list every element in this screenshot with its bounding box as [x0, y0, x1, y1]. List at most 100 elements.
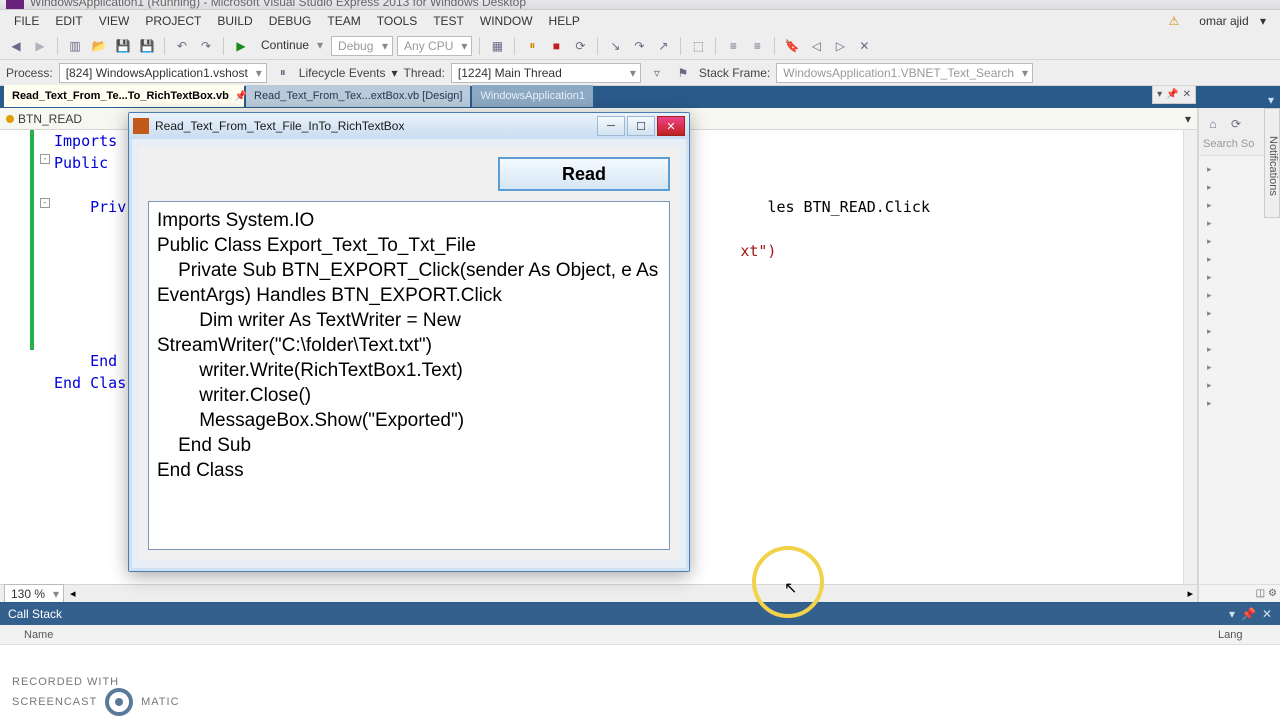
- menu-debug[interactable]: DEBUG: [261, 14, 320, 28]
- comment-icon[interactable]: ≡: [723, 36, 743, 56]
- member-dropdown[interactable]: BTN_READ: [6, 112, 82, 126]
- menu-file[interactable]: FILE: [6, 14, 47, 28]
- panel-pin-icon[interactable]: 📌: [1241, 607, 1256, 621]
- menu-window[interactable]: WINDOW: [472, 14, 541, 28]
- tab-code-file[interactable]: Read_Text_From_Te...To_RichTextBox.vb 📌 …: [4, 85, 244, 107]
- nav-back-icon[interactable]: ◀: [6, 36, 26, 56]
- panel-dropdown-icon[interactable]: ▾: [1229, 607, 1235, 621]
- collapse-icon[interactable]: -: [40, 154, 50, 164]
- tab-designer[interactable]: Read_Text_From_Tex...extBox.vb [Design]: [246, 85, 470, 107]
- hscroll-right-icon[interactable]: ▸: [1187, 587, 1193, 600]
- zoom-combo[interactable]: 130 %: [4, 584, 64, 603]
- config-combo[interactable]: Debug: [331, 36, 393, 56]
- tree-node[interactable]: [1207, 250, 1278, 268]
- process-combo[interactable]: [824] WindowsApplication1.vshost: [59, 63, 267, 83]
- menu-project[interactable]: PROJECT: [137, 14, 209, 28]
- tree-node[interactable]: [1207, 376, 1278, 394]
- solution-panel-controls: ◫ ⚙: [1199, 584, 1280, 602]
- solution-tree[interactable]: [1199, 156, 1280, 584]
- vs-logo: [6, 0, 24, 9]
- thread-combo[interactable]: [1224] Main Thread: [451, 63, 641, 83]
- tree-node[interactable]: [1207, 268, 1278, 286]
- stop-icon[interactable]: ■: [546, 36, 566, 56]
- bookmark-icon[interactable]: 🔖: [782, 36, 802, 56]
- restart-icon[interactable]: ⟳: [570, 36, 590, 56]
- read-button[interactable]: Read: [498, 157, 670, 191]
- window-dropdown-icon[interactable]: ▾: [1157, 89, 1162, 100]
- uncomment-icon[interactable]: ≡: [747, 36, 767, 56]
- rich-text-box[interactable]: Imports System.IO Public Class Export_Te…: [148, 201, 670, 550]
- tree-node[interactable]: [1207, 358, 1278, 376]
- tree-node[interactable]: [1207, 286, 1278, 304]
- minimize-button[interactable]: ─: [597, 116, 625, 136]
- new-project-icon[interactable]: ▥: [65, 36, 85, 56]
- stackframe-combo[interactable]: WindowsApplication1.VBNET_Text_Search: [776, 63, 1033, 83]
- step-commands-icon[interactable]: ▦: [487, 36, 507, 56]
- home-icon[interactable]: ⌂: [1203, 114, 1223, 134]
- window-pin-icon[interactable]: 📌: [1166, 89, 1178, 100]
- step-into-icon[interactable]: ↘: [605, 36, 625, 56]
- tab-overflow[interactable]: ▾: [1262, 93, 1280, 107]
- editor-vscroll[interactable]: [1183, 130, 1197, 584]
- prev-bookmark-icon[interactable]: ◁: [806, 36, 826, 56]
- ide-titlebar: WindowsApplication1 (Running) - Microsof…: [0, 0, 1280, 10]
- signed-in-user[interactable]: omar ajid: [1191, 14, 1256, 28]
- hex-icon[interactable]: ⬚: [688, 36, 708, 56]
- window-close-icon[interactable]: ✕: [1183, 89, 1191, 100]
- col-name[interactable]: Name: [0, 629, 1218, 641]
- panel-options-icon[interactable]: ⚙: [1268, 588, 1277, 599]
- tab-app[interactable]: WindowsApplication1: [472, 85, 593, 107]
- close-button[interactable]: ✕: [657, 116, 685, 136]
- suspend-icon[interactable]: ⏸: [273, 63, 293, 83]
- user-area: ⚠ omar ajid ▾: [1153, 14, 1274, 28]
- call-stack-body[interactable]: [0, 645, 1280, 720]
- ide-title: WindowsApplication1 (Running) - Microsof…: [30, 0, 526, 9]
- tree-node[interactable]: [1207, 340, 1278, 358]
- collapse-icon[interactable]: -: [40, 198, 50, 208]
- code-gutter: - -: [0, 130, 46, 584]
- next-bookmark-icon[interactable]: ▷: [830, 36, 850, 56]
- notification-warn-icon[interactable]: ⚠: [1161, 14, 1188, 28]
- panel-split-icon[interactable]: ◫: [1256, 588, 1265, 599]
- hscroll-left-icon[interactable]: ◂: [70, 587, 76, 600]
- menu-help[interactable]: HELP: [541, 14, 588, 28]
- doc-window-controls: ▾ 📌 ✕: [1152, 86, 1196, 104]
- open-file-icon[interactable]: 📂: [89, 36, 109, 56]
- declaration-dropdown[interactable]: ▾: [1185, 112, 1191, 126]
- tree-node[interactable]: [1207, 232, 1278, 250]
- debug-location-toolbar: Process: [824] WindowsApplication1.vshos…: [0, 60, 1280, 86]
- col-lang[interactable]: Lang: [1218, 629, 1280, 641]
- thread-filter-icon[interactable]: ▿: [647, 63, 667, 83]
- menu-view[interactable]: VIEW: [91, 14, 138, 28]
- flag-threads-icon[interactable]: ⚑: [673, 63, 693, 83]
- menu-tools[interactable]: TOOLS: [369, 14, 425, 28]
- notifications-tab[interactable]: Notifications: [1264, 108, 1280, 218]
- step-out-icon[interactable]: ↗: [653, 36, 673, 56]
- clear-bookmarks-icon[interactable]: ✕: [854, 36, 874, 56]
- save-icon[interactable]: 💾: [113, 36, 133, 56]
- menu-build[interactable]: BUILD: [209, 14, 260, 28]
- refresh-icon[interactable]: ⟳: [1226, 114, 1246, 134]
- running-app-window[interactable]: Read_Text_From_Text_File_InTo_RichTextBo…: [128, 112, 690, 572]
- step-over-icon[interactable]: ↷: [629, 36, 649, 56]
- menu-bar: FILE EDIT VIEW PROJECT BUILD DEBUG TEAM …: [0, 10, 1280, 32]
- menu-team[interactable]: TEAM: [319, 14, 368, 28]
- continue-button[interactable]: Continue: [255, 36, 327, 56]
- menu-edit[interactable]: EDIT: [47, 14, 90, 28]
- save-all-icon[interactable]: 💾: [137, 36, 157, 56]
- call-stack-header[interactable]: Call Stack ▾ 📌 ✕: [0, 603, 1280, 625]
- menu-test[interactable]: TEST: [425, 14, 472, 28]
- redo-icon[interactable]: ↷: [196, 36, 216, 56]
- tree-node[interactable]: [1207, 394, 1278, 412]
- maximize-button[interactable]: ☐: [627, 116, 655, 136]
- tree-node[interactable]: [1207, 322, 1278, 340]
- undo-icon[interactable]: ↶: [172, 36, 192, 56]
- screencast-watermark: Recorded with Screencast Matic: [12, 676, 180, 716]
- app-titlebar[interactable]: Read_Text_From_Text_File_InTo_RichTextBo…: [129, 113, 689, 139]
- pause-icon[interactable]: ⏸: [522, 36, 542, 56]
- tree-node[interactable]: [1207, 304, 1278, 322]
- platform-combo[interactable]: Any CPU: [397, 36, 472, 56]
- panel-close-icon[interactable]: ✕: [1262, 607, 1272, 621]
- editor-statusbar: 130 % ◂ ▸: [0, 584, 1197, 602]
- continue-icon[interactable]: ▶: [231, 36, 251, 56]
